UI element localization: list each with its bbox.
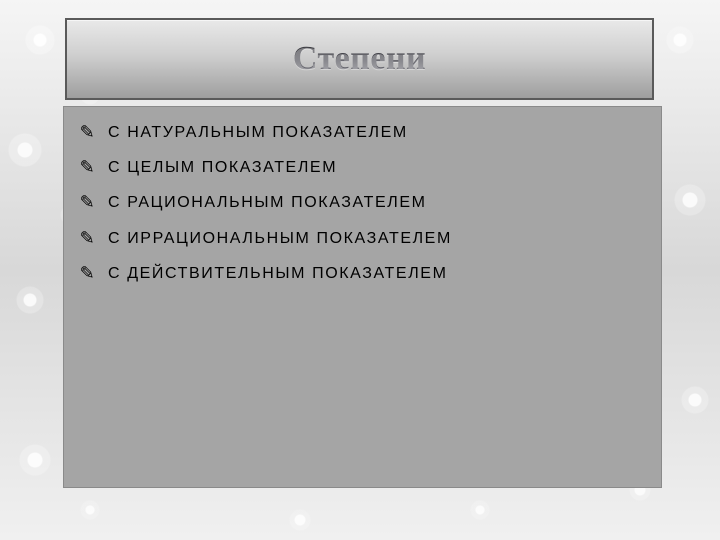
bullet-list: ✎ С НАТУРАЛЬНЫМ ПОКАЗАТЕЛЕМ ✎ С ЦЕЛЫМ ПО… [64, 107, 661, 283]
pencil-icon: ✎ [78, 229, 98, 247]
pencil-icon: ✎ [78, 264, 98, 282]
title-bar: Степени [65, 18, 654, 100]
list-item-label: С РАЦИОНАЛЬНЫМ ПОКАЗАТЕЛЕМ [108, 194, 427, 211]
list-item: ✎ С РАЦИОНАЛЬНЫМ ПОКАЗАТЕЛЕМ [78, 193, 647, 212]
slide: Степени ✎ С НАТУРАЛЬНЫМ ПОКАЗАТЕЛЕМ ✎ С … [0, 0, 720, 540]
pencil-icon: ✎ [78, 193, 98, 211]
list-item-label: С ИРРАЦИОНАЛЬНЫМ ПОКАЗАТЕЛЕМ [108, 230, 452, 247]
list-item: ✎ С ДЕЙСТВИТЕЛЬНЫМ ПОКАЗАТЕЛЕМ [78, 264, 647, 283]
list-item: ✎ С ИРРАЦИОНАЛЬНЫМ ПОКАЗАТЕЛЕМ [78, 229, 647, 248]
content-box: ✎ С НАТУРАЛЬНЫМ ПОКАЗАТЕЛЕМ ✎ С ЦЕЛЫМ ПО… [63, 106, 662, 488]
pencil-icon: ✎ [78, 123, 98, 141]
pencil-icon: ✎ [78, 158, 98, 176]
list-item-label: С ЦЕЛЫМ ПОКАЗАТЕЛЕМ [108, 159, 337, 176]
list-item-label: С НАТУРАЛЬНЫМ ПОКАЗАТЕЛЕМ [108, 124, 408, 141]
list-item: ✎ С ЦЕЛЫМ ПОКАЗАТЕЛЕМ [78, 158, 647, 177]
list-item-label: С ДЕЙСТВИТЕЛЬНЫМ ПОКАЗАТЕЛЕМ [108, 265, 448, 282]
list-item: ✎ С НАТУРАЛЬНЫМ ПОКАЗАТЕЛЕМ [78, 123, 647, 142]
slide-title: Степени [293, 40, 426, 78]
